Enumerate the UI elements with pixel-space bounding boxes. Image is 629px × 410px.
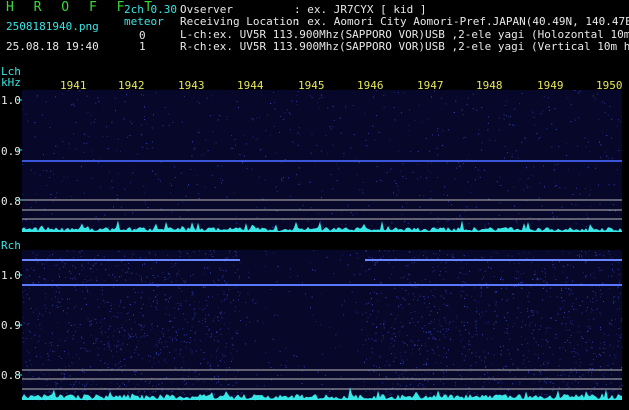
lch-tick-marks [17,99,22,201]
rch-tick-marks [17,274,22,376]
hrofft-window: H R O F F T 2ch 0.30 2508181940.png mete… [0,0,629,410]
spectrogram-canvas [17,90,623,401]
rch-spectrogram-noise [22,250,623,401]
